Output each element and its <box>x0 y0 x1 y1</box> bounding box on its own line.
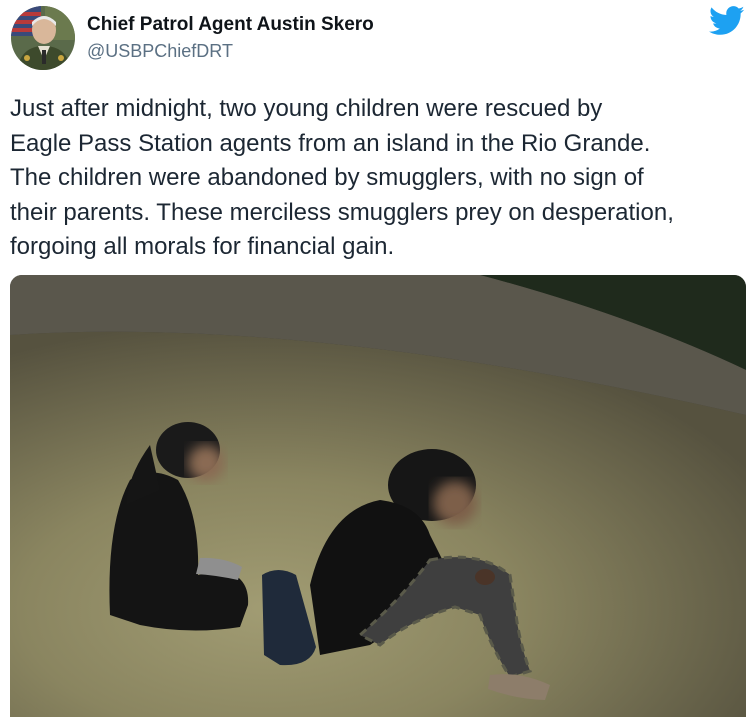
avatar-photo-icon <box>11 6 75 70</box>
night-photo-image <box>10 275 746 717</box>
twitter-bird-icon[interactable] <box>709 6 745 36</box>
tweet-photo[interactable] <box>10 275 746 717</box>
tweet-body-text: Just after midnight, two young children … <box>10 95 674 260</box>
tweet-card: Chief Patrol Agent Austin Skero @USBPChi… <box>0 0 750 717</box>
author-display-name[interactable]: Chief Patrol Agent Austin Skero <box>87 14 374 36</box>
author-handle[interactable]: @USBPChiefDRT <box>87 41 233 62</box>
author-avatar[interactable] <box>11 6 75 70</box>
